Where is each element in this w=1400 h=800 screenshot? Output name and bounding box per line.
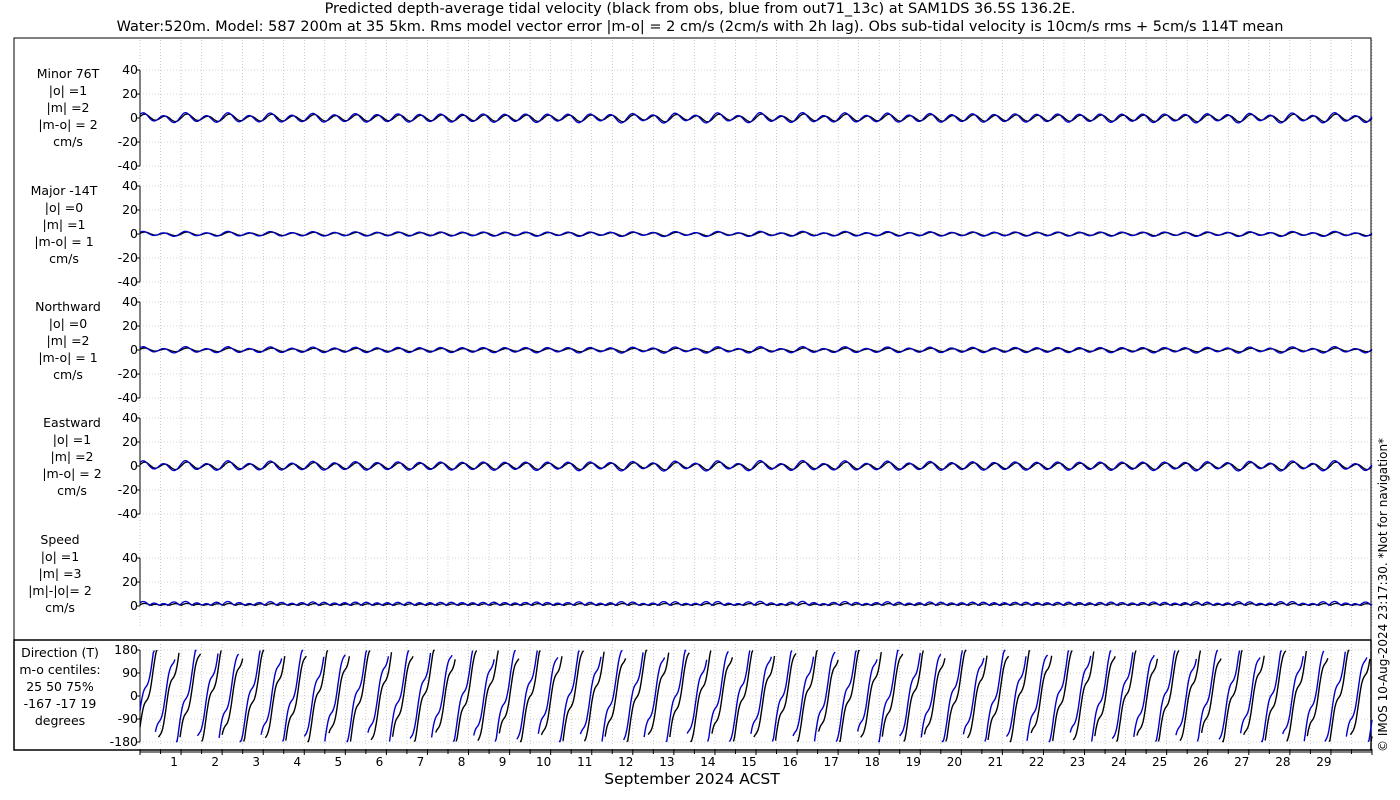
x-tick-label: 24 xyxy=(1111,755,1126,769)
panel-label-minor: |o| =1 xyxy=(49,83,87,98)
panel-label-east: |o| =1 xyxy=(53,432,91,447)
y-tick-label: 40 xyxy=(122,294,138,309)
x-tick-label: 25 xyxy=(1152,755,1167,769)
y-tick-label: 40 xyxy=(122,178,138,193)
y-tick-label: -40 xyxy=(118,390,138,405)
x-tick-label: 21 xyxy=(988,755,1003,769)
y-tick-label: 180 xyxy=(114,642,138,657)
x-tick-label: 15 xyxy=(741,755,756,769)
y-tick-label: -40 xyxy=(118,158,138,173)
x-tick-label: 23 xyxy=(1070,755,1085,769)
x-axis-label: September 2024 ACST xyxy=(604,770,780,788)
y-tick-label: 20 xyxy=(122,318,138,333)
panel-label-speed: cm/s xyxy=(45,600,75,615)
credit-note: © IMOS 10-Aug-2024 23:17:30. *Not for na… xyxy=(1376,437,1390,752)
panel-label-direction: -167 -17 19 xyxy=(24,696,97,711)
panel-label-major: |o| =0 xyxy=(45,200,84,215)
x-tick-label: 9 xyxy=(499,755,507,769)
panel-label-speed: Speed xyxy=(40,532,79,547)
y-tick-label: 20 xyxy=(122,434,138,449)
x-tick-label: 26 xyxy=(1193,755,1208,769)
y-tick-label: 40 xyxy=(122,410,138,425)
y-tick-label: -20 xyxy=(118,250,138,265)
y-tick-label: 20 xyxy=(122,86,138,101)
panel-label-east: Eastward xyxy=(43,415,101,430)
y-tick-label: 0 xyxy=(130,458,138,473)
panel-label-north: |m-o| = 1 xyxy=(38,350,97,365)
panel-label-east: |m-o| = 2 xyxy=(42,466,101,481)
x-tick-label: 4 xyxy=(293,755,301,769)
y-tick-label: 20 xyxy=(122,202,138,217)
y-tick-label: -40 xyxy=(118,274,138,289)
panel-label-minor: |m-o| = 2 xyxy=(38,117,97,132)
x-tick-label: 14 xyxy=(700,755,715,769)
x-tick-label: 10 xyxy=(536,755,551,769)
y-tick-label: 0 xyxy=(130,598,138,613)
x-tick-label: 11 xyxy=(577,755,592,769)
panel-label-major: |m| =1 xyxy=(43,217,86,232)
x-tick-label: 13 xyxy=(659,755,674,769)
panel-label-direction: degrees xyxy=(35,713,85,728)
panel-label-major: cm/s xyxy=(49,251,79,266)
x-tick-label: 6 xyxy=(376,755,384,769)
y-tick-label: 0 xyxy=(130,110,138,125)
panel-label-speed: |m| =3 xyxy=(39,566,82,581)
x-tick-label: 12 xyxy=(618,755,633,769)
y-tick-label: -20 xyxy=(118,366,138,381)
panel-label-east: cm/s xyxy=(57,483,87,498)
x-tick-label: 22 xyxy=(1029,755,1044,769)
x-tick-label: 2 xyxy=(211,755,219,769)
panel-label-north: cm/s xyxy=(53,367,83,382)
panel-label-direction: m-o centiles: xyxy=(19,662,100,677)
y-tick-label: 40 xyxy=(122,550,138,565)
x-tick-label: 8 xyxy=(458,755,466,769)
panel-label-east: |m| =2 xyxy=(51,449,94,464)
panel-label-north: |m| =2 xyxy=(47,333,90,348)
y-tick-label: -20 xyxy=(118,482,138,497)
x-tick-label: 20 xyxy=(947,755,962,769)
x-tick-label: 27 xyxy=(1234,755,1249,769)
x-tick-label: 3 xyxy=(252,755,260,769)
panel-label-speed: |o| =1 xyxy=(41,549,79,564)
panel-label-major: |m-o| = 1 xyxy=(34,234,93,249)
y-tick-label: -180 xyxy=(110,734,138,749)
y-tick-label: 0 xyxy=(130,688,138,703)
panel-label-direction: 25 50 75% xyxy=(26,679,94,694)
panel-label-major: Major -14T xyxy=(31,183,98,198)
tidal-velocity-chart: 40200-20-40Minor 76T|o| =1|m| =2|m-o| = … xyxy=(13,37,1373,788)
x-tick-label: 28 xyxy=(1275,755,1290,769)
panel-label-minor: |m| =2 xyxy=(47,100,90,115)
panel-label-minor: Minor 76T xyxy=(37,66,100,81)
x-tick-label: 16 xyxy=(782,755,797,769)
panel-label-speed: |m|-|o|= 2 xyxy=(28,583,92,598)
y-tick-label: 0 xyxy=(130,342,138,357)
x-tick-label: 19 xyxy=(906,755,921,769)
x-tick-label: 18 xyxy=(865,755,880,769)
panel-label-direction: Direction (T) xyxy=(21,645,99,660)
x-tick-label: 29 xyxy=(1316,755,1331,769)
panel-label-north: Northward xyxy=(35,299,101,314)
x-tick-label: 5 xyxy=(335,755,343,769)
upper-frame xyxy=(13,37,1372,641)
y-tick-label: -40 xyxy=(118,506,138,521)
panel-label-minor: cm/s xyxy=(53,134,83,149)
y-tick-label: -20 xyxy=(118,134,138,149)
y-tick-label: 90 xyxy=(122,665,138,680)
x-tick-label: 17 xyxy=(823,755,838,769)
y-tick-label: -90 xyxy=(118,711,138,726)
panel-label-north: |o| =0 xyxy=(49,316,88,331)
x-tick-label: 7 xyxy=(417,755,425,769)
y-tick-label: 40 xyxy=(122,62,138,77)
y-tick-label: 0 xyxy=(130,226,138,241)
y-tick-label: 20 xyxy=(122,574,138,589)
x-tick-label: 1 xyxy=(170,755,178,769)
